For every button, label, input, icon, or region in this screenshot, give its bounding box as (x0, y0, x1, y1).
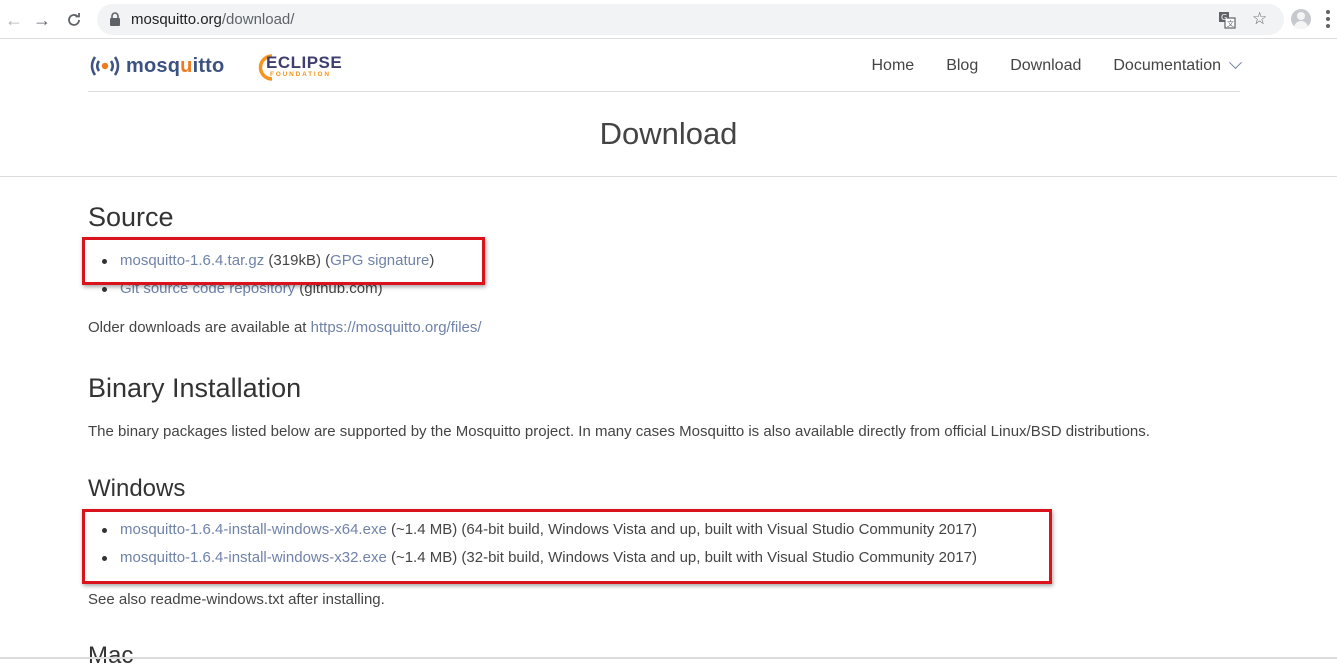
logo-text: mosquitto (126, 54, 225, 77)
windows-x32-link[interactable]: mosquitto-1.6.4-install-windows-x32.exe (120, 549, 387, 566)
svg-text:文: 文 (1227, 19, 1234, 28)
antenna-icon (90, 56, 120, 76)
eclipse-word: ECLIPSE (266, 53, 343, 72)
source-heading: Source (88, 202, 174, 232)
reload-icon[interactable] (62, 8, 86, 32)
list-item: mosquitto-1.6.4-install-windows-x32.exe … (88, 544, 977, 572)
tarball-link[interactable]: mosquitto-1.6.4.tar.gz (120, 252, 264, 269)
binary-description: The binary packages listed below are sup… (88, 423, 1150, 440)
url-text[interactable]: mosquitto.org/download/ (131, 11, 294, 28)
browser-toolbar: ← → mosquitto.org/download/ G文 ☆ (0, 0, 1337, 39)
star-icon[interactable]: ☆ (1252, 9, 1267, 29)
binary-heading: Binary Installation (88, 373, 302, 403)
readme-note: See also readme-windows.txt after instal… (88, 591, 385, 608)
nav-home[interactable]: Home (872, 57, 915, 75)
site-header: mosquitto ECLIPSE FOUNDATION Home Blog D… (88, 40, 1242, 92)
windows-heading: Windows (88, 475, 186, 502)
list-item: mosquitto-1.6.4.tar.gz (319kB) (GPG sign… (88, 247, 434, 275)
older-downloads-link[interactable]: https://mosquitto.org/files/ (311, 319, 482, 336)
lock-icon (110, 12, 120, 26)
forward-arrow-icon[interactable]: → (30, 8, 54, 32)
older-downloads-text: Older downloads are available at https:/… (88, 319, 482, 336)
nav-download[interactable]: Download (1010, 57, 1081, 75)
url-host: mosquitto.org (131, 11, 222, 28)
nav-documentation-label: Documentation (1113, 57, 1221, 74)
git-repo-link[interactable]: Git source code repository (120, 280, 295, 297)
windows-x64-link[interactable]: mosquitto-1.6.4-install-windows-x64.exe (120, 521, 387, 538)
list-item: Git source code repository (github.com) (88, 275, 434, 303)
gpg-signature-link[interactable]: GPG signature (330, 252, 429, 269)
back-arrow-icon[interactable]: ← (2, 8, 26, 32)
nav-documentation[interactable]: Documentation (1113, 56, 1242, 75)
windows-list: mosquitto-1.6.4-install-windows-x64.exe … (88, 516, 977, 572)
foundation-word: FOUNDATION (270, 71, 331, 78)
git-host-note: (github.com) (295, 280, 383, 297)
tarball-size: (319kB) ( (264, 252, 331, 269)
nav-blog[interactable]: Blog (946, 57, 978, 75)
mac-heading: Mac (88, 642, 134, 669)
page-title-band: Download (0, 92, 1337, 177)
main-nav: Home Blog Download Documentation (840, 40, 1242, 92)
menu-icon[interactable] (1326, 10, 1330, 28)
eclipse-foundation-logo[interactable]: ECLIPSE FOUNDATION (258, 52, 348, 82)
url-path: /download/ (221, 11, 295, 28)
mosquitto-logo[interactable]: mosquitto (88, 52, 224, 80)
translate-icon[interactable]: G文 (1218, 11, 1236, 29)
list-item: mosquitto-1.6.4-install-windows-x64.exe … (88, 516, 977, 544)
windows-x64-details: (~1.4 MB) (64-bit build, Windows Vista a… (386, 521, 977, 538)
profile-icon[interactable] (1291, 9, 1311, 29)
chevron-down-icon (1229, 56, 1242, 70)
source-list: mosquitto-1.6.4.tar.gz (319kB) (GPG sign… (88, 247, 434, 303)
address-bar[interactable]: mosquitto.org/download/ G文 ☆ (97, 4, 1284, 35)
closing-paren: ) (429, 252, 435, 269)
page-title: Download (599, 116, 738, 151)
windows-x32-details: (~1.4 MB) (32-bit build, Windows Vista a… (386, 549, 977, 566)
